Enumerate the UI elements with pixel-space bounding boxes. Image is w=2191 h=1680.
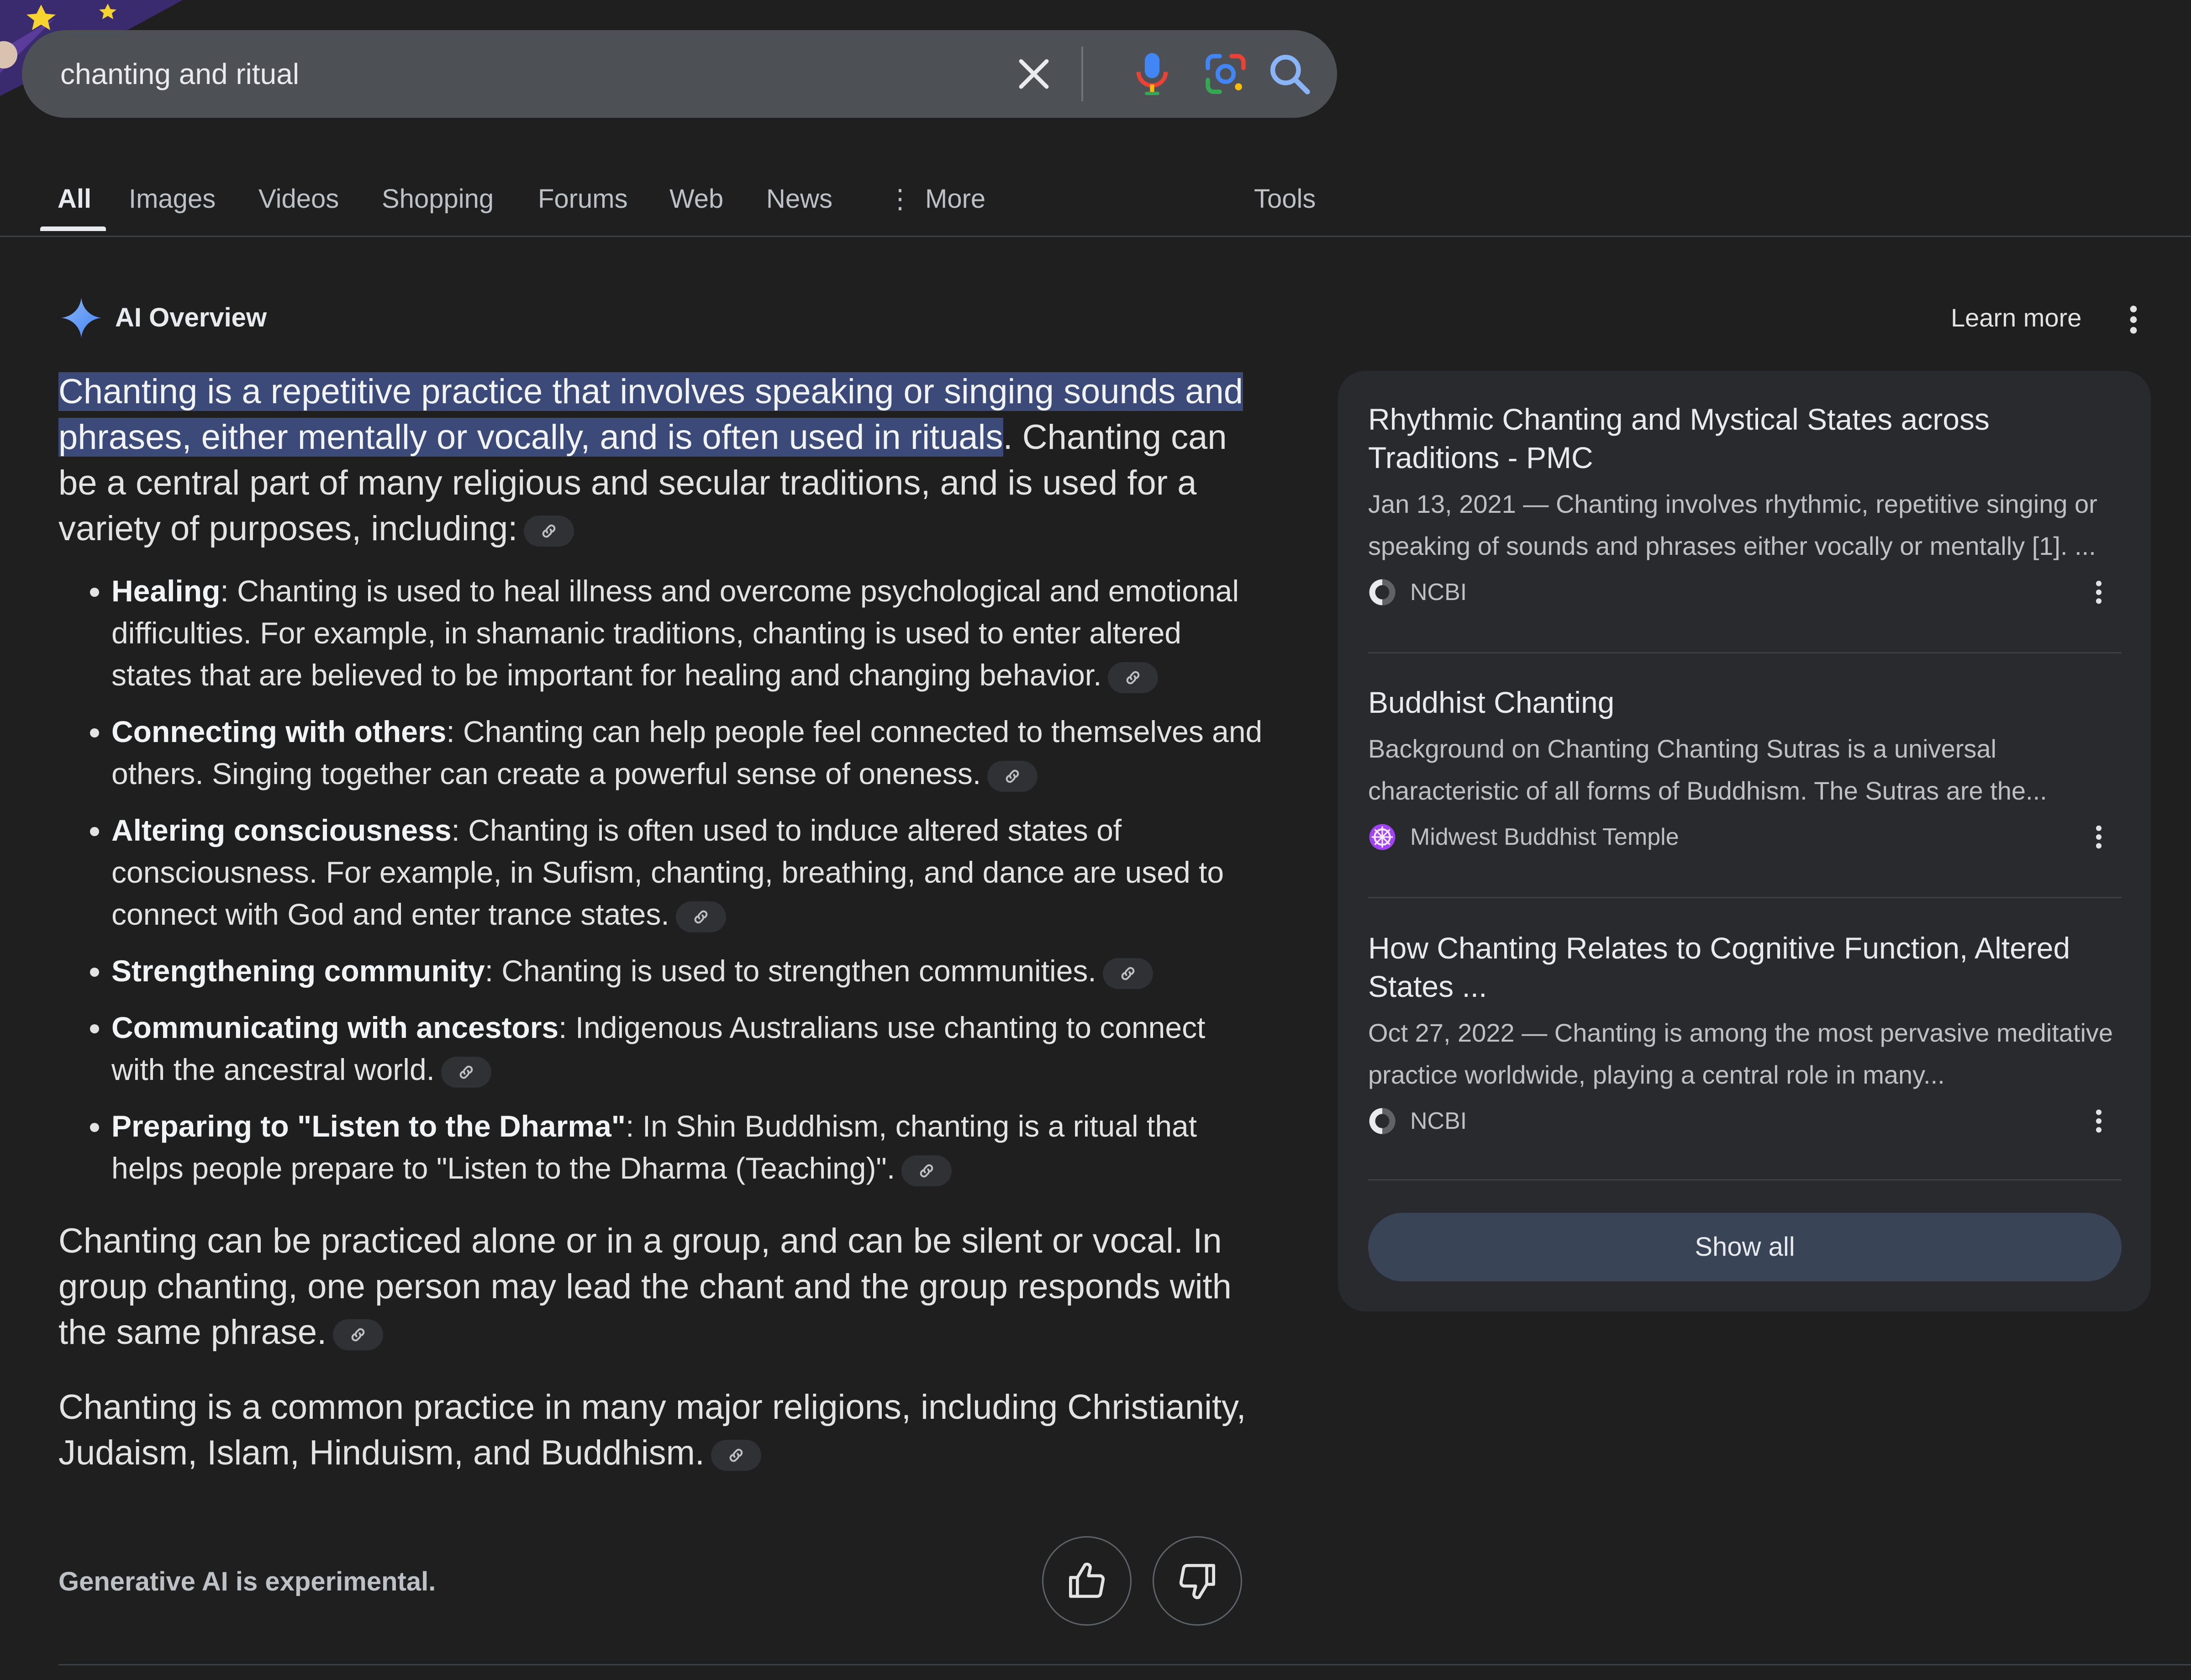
paragraph-text: Chanting is a common practice in many ma… — [58, 1388, 1246, 1472]
link-icon — [694, 910, 708, 923]
close-icon[interactable] — [1012, 52, 1056, 96]
source-link-chip[interactable] — [1102, 958, 1153, 989]
list-item: Communicating with ancestors: Indigenous… — [111, 1006, 1264, 1090]
source-site-name: NCBI — [1410, 1108, 1467, 1134]
more-options-icon[interactable] — [2123, 301, 2144, 338]
link-icon — [542, 524, 556, 538]
source-more-options-icon[interactable] — [2090, 822, 2108, 852]
list-item: Preparing to "Listen to the Dharma": In … — [111, 1105, 1264, 1189]
dharma-wheel-favicon-icon — [1369, 824, 1396, 850]
link-icon — [459, 1065, 473, 1079]
overview-paragraph-religions: Chanting is a common practice in many ma… — [58, 1385, 1264, 1476]
tab-web[interactable]: Web — [669, 176, 723, 222]
list-item: Strengthening community: Chanting is use… — [111, 950, 1264, 992]
show-all-button[interactable]: Show all — [1368, 1213, 2122, 1281]
thumbs-up-icon — [1069, 1562, 1105, 1598]
ncbi-favicon-icon — [1369, 579, 1396, 606]
overview-paragraph-group: Chanting can be practiced alone or in a … — [58, 1218, 1264, 1355]
source-link-chip[interactable] — [1108, 662, 1159, 693]
source-site-row: NCBI — [1368, 574, 2122, 610]
thumbs-up-button[interactable] — [1042, 1536, 1132, 1626]
list-item: Altering consciousness: Chanting is ofte… — [111, 809, 1264, 935]
active-tab-indicator — [40, 226, 106, 231]
tab-shopping[interactable]: Shopping — [382, 176, 494, 222]
tab-all[interactable]: All — [58, 176, 91, 222]
more-vert-icon: ⋮ — [887, 184, 913, 214]
list-item-term: Healing — [111, 574, 221, 608]
link-icon — [1121, 967, 1135, 980]
tab-videos[interactable]: Videos — [258, 176, 339, 222]
search-bar-divider — [1081, 47, 1083, 101]
tab-tools[interactable]: Tools — [1254, 176, 1316, 222]
source-link-chip[interactable] — [524, 515, 574, 547]
experimental-disclaimer: Generative AI is experimental. — [58, 1567, 436, 1596]
source-snippet: Jan 13, 2021 — Chanting involves rhythmi… — [1368, 490, 2097, 560]
source-card[interactable]: How Chanting Relates to Cognitive Functi… — [1368, 929, 2122, 1139]
gemini-sparkle-icon — [61, 298, 101, 338]
overview-lead: Chanting is a repetitive practice that i… — [58, 369, 1264, 552]
ncbi-favicon-icon — [1369, 1108, 1396, 1134]
search-bar[interactable]: chanting and ritual — [22, 30, 1337, 118]
ai-overview-title: AI Overview — [115, 303, 267, 332]
source-link-chip[interactable] — [711, 1439, 762, 1471]
source-title[interactable]: Buddhist Chanting — [1368, 683, 2122, 722]
microphone-icon[interactable] — [1127, 48, 1177, 100]
thumbs-down-button[interactable] — [1153, 1536, 1242, 1626]
list-item-term: Connecting with others — [111, 715, 447, 748]
source-divider — [1368, 652, 2122, 653]
purpose-list: Healing: Chanting is used to heal illnes… — [58, 570, 1264, 1189]
tab-more-label: More — [925, 184, 986, 214]
search-input[interactable]: chanting and ritual — [60, 54, 299, 94]
list-item-term: Strengthening community — [111, 954, 485, 988]
list-item: Healing: Chanting is used to heal illnes… — [111, 570, 1264, 696]
google-lens-icon[interactable] — [1202, 50, 1249, 98]
source-site-row: Midwest Buddhist Temple — [1368, 818, 2122, 855]
source-more-options-icon[interactable] — [2090, 1106, 2108, 1136]
source-link-chip[interactable] — [675, 901, 726, 932]
link-icon — [1127, 671, 1140, 684]
link-icon — [1006, 769, 1019, 783]
sources-panel: Rhythmic Chanting and Mystical States ac… — [1338, 371, 2151, 1311]
ai-overview-body: Chanting is a repetitive practice that i… — [58, 369, 1264, 1476]
source-divider — [1368, 1179, 2122, 1180]
list-item-term: Altering consciousness — [111, 813, 452, 847]
list-item: Connecting with others: Chanting can hel… — [111, 711, 1264, 795]
source-site-row: NCBI — [1368, 1102, 2122, 1139]
source-title[interactable]: How Chanting Relates to Cognitive Functi… — [1368, 929, 2122, 1006]
list-item-text: : Chanting is used to heal illness and o… — [111, 574, 1239, 692]
source-site-name: NCBI — [1410, 579, 1467, 606]
source-divider — [1368, 897, 2122, 898]
list-item-text: : Chanting is used to strengthen communi… — [485, 954, 1096, 988]
tab-images[interactable]: Images — [129, 176, 216, 222]
learn-more-link[interactable]: Learn more — [1951, 300, 2081, 336]
source-site-name: Midwest Buddhist Temple — [1410, 824, 1679, 850]
search-icon[interactable] — [1266, 50, 1313, 98]
section-divider — [58, 1664, 2191, 1665]
paragraph-text: Chanting can be practiced alone or in a … — [58, 1222, 1232, 1352]
source-card[interactable]: Rhythmic Chanting and Mystical States ac… — [1368, 400, 2122, 610]
search-tabs: All Images Videos Shopping Forums Web Ne… — [0, 164, 2191, 237]
link-icon — [351, 1328, 365, 1342]
source-link-chip[interactable] — [333, 1319, 384, 1350]
source-more-options-icon[interactable] — [2090, 577, 2108, 607]
source-card[interactable]: Buddhist Chanting Background on Chanting… — [1368, 683, 2122, 855]
source-title[interactable]: Rhythmic Chanting and Mystical States ac… — [1368, 400, 2122, 477]
link-icon — [729, 1448, 743, 1462]
source-link-chip[interactable] — [441, 1056, 491, 1088]
list-item-term: Communicating with ancestors — [111, 1011, 559, 1044]
thumbs-down-icon — [1179, 1564, 1215, 1600]
tab-news[interactable]: News — [766, 176, 832, 222]
tab-more[interactable]: ⋮ More — [887, 176, 985, 222]
source-snippet: Background on Chanting Chanting Sutras i… — [1368, 734, 2047, 805]
tab-forums[interactable]: Forums — [538, 176, 628, 222]
list-item-term: Preparing to "Listen to the Dharma" — [111, 1109, 626, 1143]
source-link-chip[interactable] — [987, 760, 1038, 792]
source-link-chip[interactable] — [901, 1155, 952, 1186]
link-icon — [920, 1164, 933, 1177]
source-snippet: Oct 27, 2022 — Chanting is among the mos… — [1368, 1018, 2113, 1089]
